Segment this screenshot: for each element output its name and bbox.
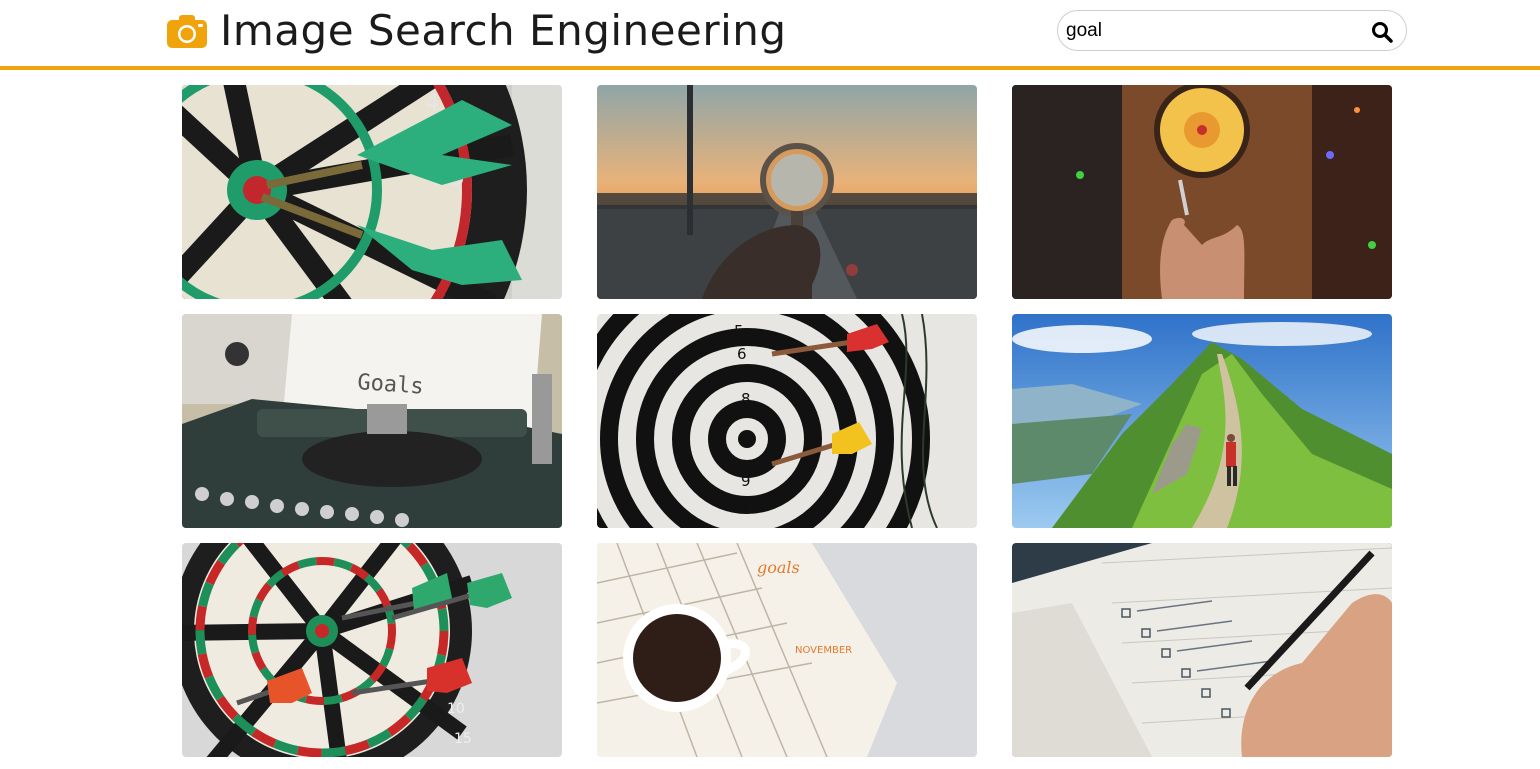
site-title: Image Search Engineering bbox=[220, 6, 787, 55]
svg-text:NOVEMBER: NOVEMBER bbox=[795, 645, 852, 656]
svg-text:9: 9 bbox=[741, 472, 751, 490]
search-button[interactable] bbox=[1370, 20, 1394, 44]
black-white-target-image: 5 6 7 8 9 8 bbox=[597, 314, 977, 528]
hiker-mountain-ridge-image bbox=[1012, 314, 1392, 528]
result-image-planner-coffee-cup[interactable]: goals NOVEMBER bbox=[597, 543, 977, 757]
results-grid: 13 4 bbox=[182, 85, 1392, 757]
svg-text:7: 7 bbox=[739, 368, 749, 386]
dartboard-green-darts-image: 13 4 bbox=[182, 85, 562, 299]
svg-text:Goals: Goals bbox=[357, 370, 425, 400]
result-image-hand-writing-checklist[interactable] bbox=[1012, 543, 1392, 757]
svg-text:goals: goals bbox=[757, 558, 800, 577]
search-input[interactable] bbox=[1066, 15, 1356, 46]
svg-text:10: 10 bbox=[447, 701, 465, 717]
hand-writing-checklist-image bbox=[1012, 543, 1392, 757]
dartboard-red-green-darts-image: 10 15 bbox=[182, 543, 562, 757]
site-header: Image Search Engineering bbox=[0, 0, 1540, 70]
typewriter-goals-image: Goals bbox=[182, 314, 562, 528]
result-image-typewriter-goals[interactable]: Goals bbox=[182, 314, 562, 528]
planner-coffee-cup-image: goals NOVEMBER bbox=[597, 543, 977, 757]
search-box bbox=[1057, 10, 1407, 51]
svg-text:4: 4 bbox=[425, 91, 439, 116]
result-image-hand-throwing-dart[interactable] bbox=[1012, 85, 1392, 299]
hand-throwing-dart-image bbox=[1012, 85, 1392, 299]
result-image-magnifying-glass-sunset[interactable] bbox=[597, 85, 977, 299]
svg-text:8: 8 bbox=[741, 390, 751, 408]
result-image-black-white-target[interactable]: 5 6 7 8 9 8 bbox=[597, 314, 977, 528]
svg-text:5: 5 bbox=[734, 322, 744, 340]
svg-text:15: 15 bbox=[454, 731, 472, 747]
svg-text:6: 6 bbox=[737, 345, 747, 363]
result-image-dartboard-green-darts[interactable]: 13 4 bbox=[182, 85, 562, 299]
camera-icon bbox=[166, 13, 208, 49]
result-image-hiker-mountain-ridge[interactable] bbox=[1012, 314, 1392, 528]
brand[interactable]: Image Search Engineering bbox=[166, 6, 787, 56]
magnifying-glass-sunset-image bbox=[597, 85, 977, 299]
search-icon bbox=[1372, 22, 1393, 43]
svg-text:8: 8 bbox=[739, 498, 749, 516]
result-image-dartboard-red-green-darts[interactable]: 10 15 bbox=[182, 543, 562, 757]
